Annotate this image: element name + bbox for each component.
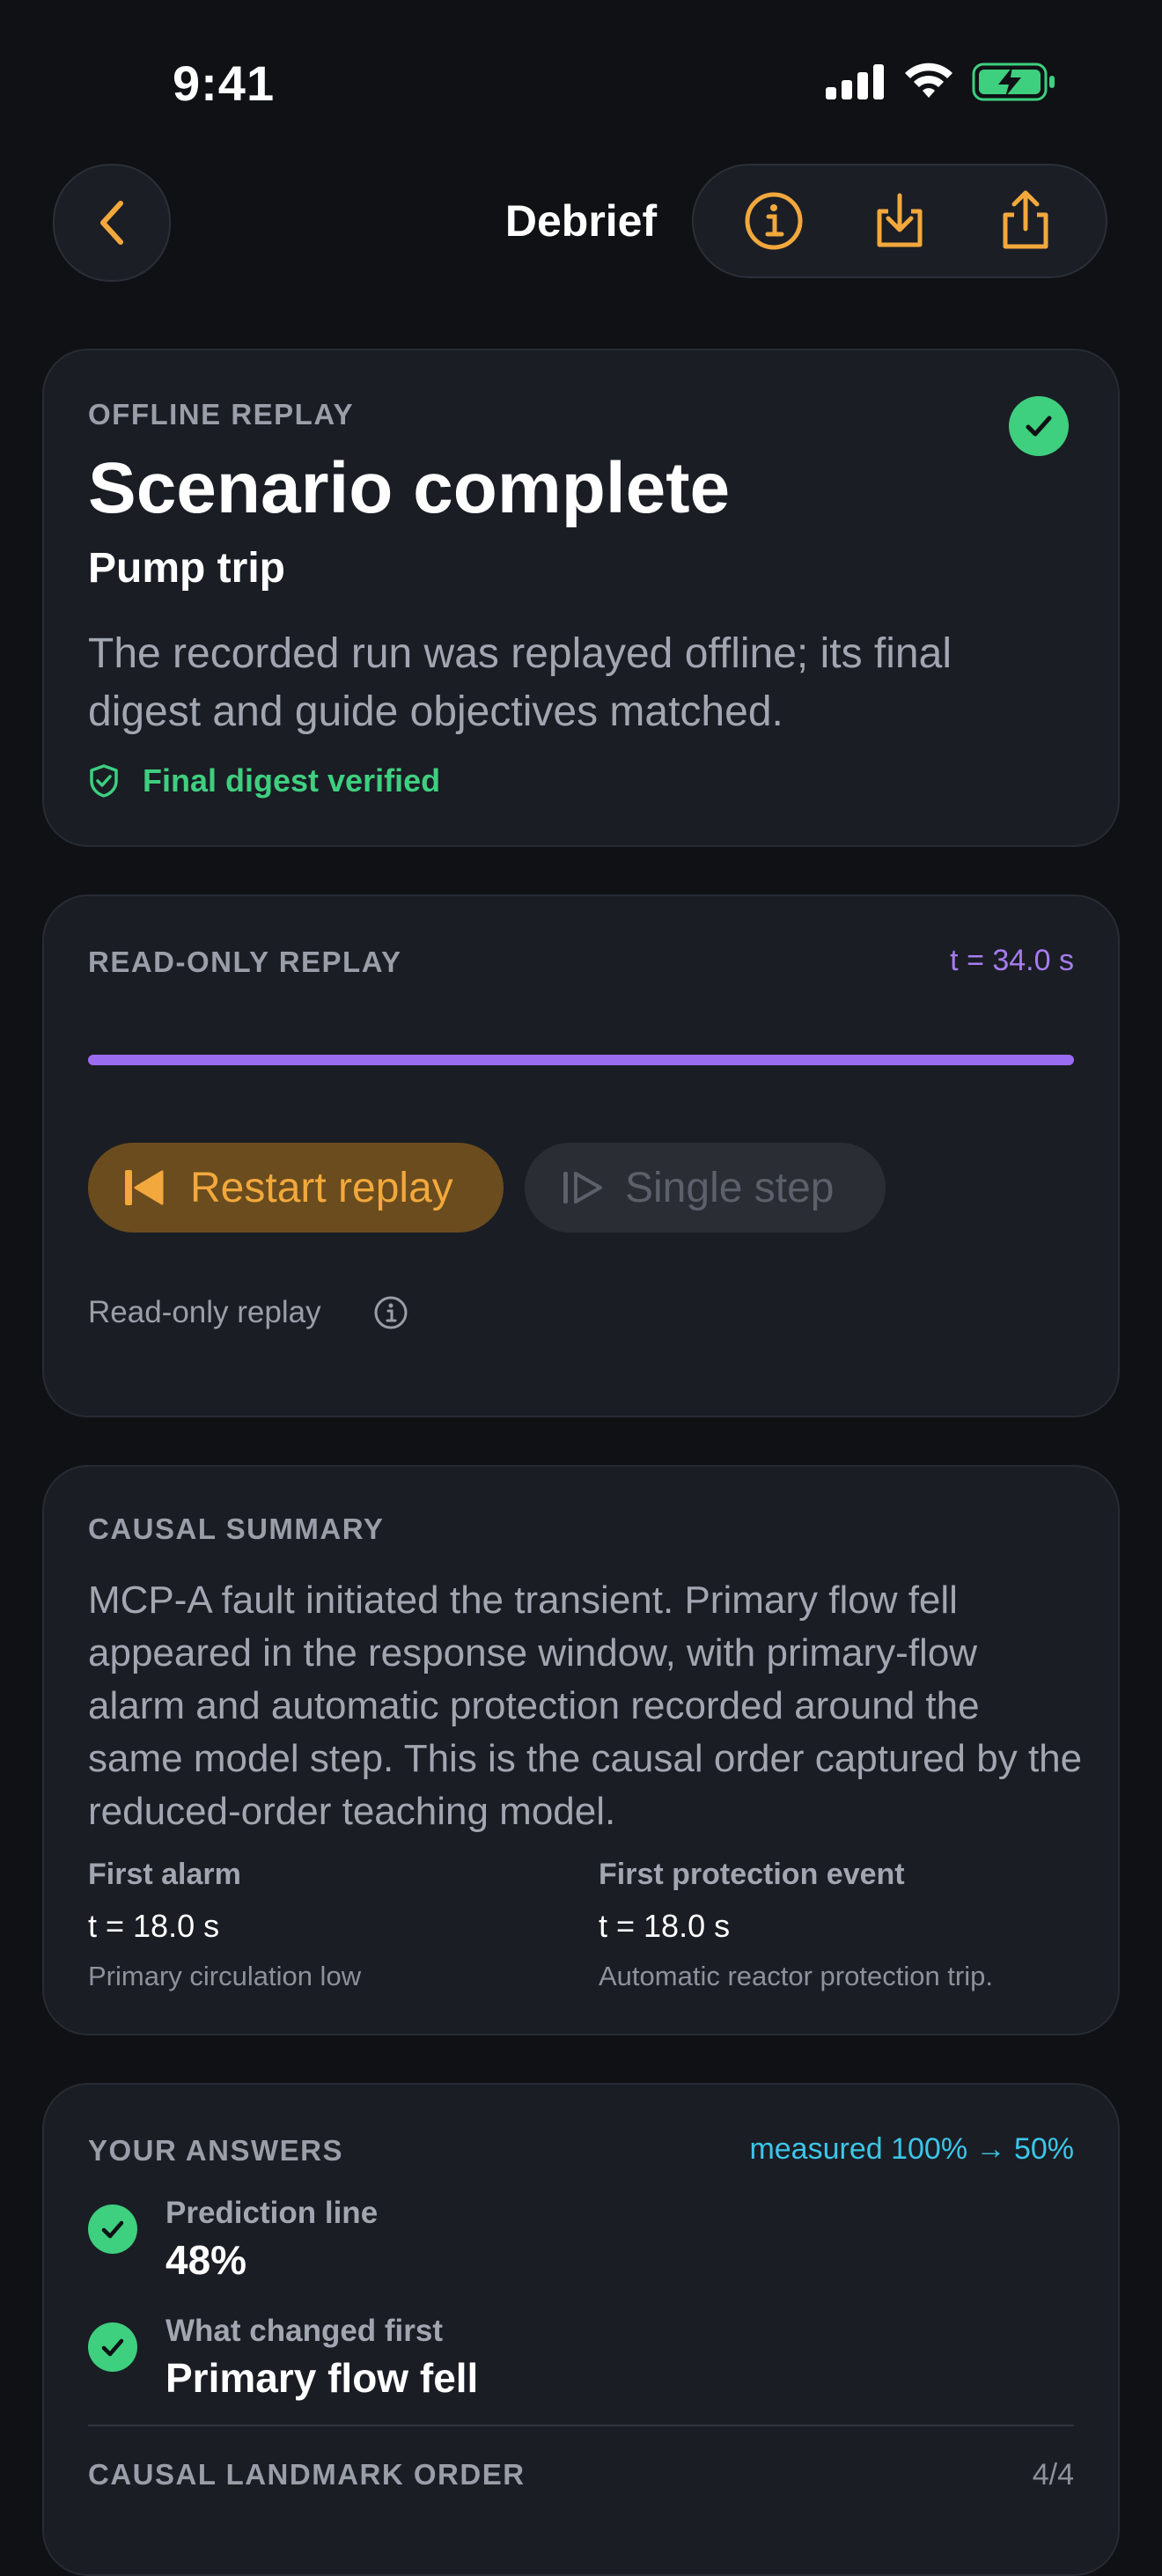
download-icon: [877, 193, 923, 247]
first-protection-detail: Automatic reactor protection trip.: [599, 1961, 993, 1991]
divider: [88, 2425, 1074, 2426]
answer-item: What changed first Primary flow fell: [88, 2314, 478, 2402]
outcome-eyebrow: OFFLINE REPLAY: [88, 398, 355, 431]
chevron-left-icon: [100, 201, 123, 245]
restart-replay-label: Restart replay: [190, 1164, 453, 1211]
single-step-label: Single step: [625, 1164, 835, 1211]
causal-summary-card: CAUSAL SUMMARY MCP-A fault initiated the…: [42, 1465, 1120, 2035]
readonly-label: Read-only replay: [88, 1295, 321, 1329]
share-icon: [1003, 190, 1048, 249]
nav-title: Debrief: [504, 196, 658, 246]
landmark-order-count: 4/4: [1032, 2458, 1074, 2491]
replay-card: READ-ONLY REPLAY t = 34.0 s Restart repl…: [42, 894, 1120, 1417]
answers-eyebrow: YOUR ANSWERS: [88, 2134, 343, 2167]
status-time: 9:41: [173, 55, 276, 111]
answer-value: Primary flow fell: [165, 2355, 479, 2401]
correct-check-icon: [88, 2322, 137, 2372]
status-icons: [826, 62, 1056, 102]
step-forward-icon: [563, 1172, 602, 1203]
replay-time: t = 34.0 s: [950, 944, 1074, 977]
answer-item: Prediction line 48%: [88, 2196, 378, 2284]
wifi-icon: [905, 63, 952, 98]
first-protection-heading: First protection event: [599, 1858, 905, 1891]
back-button[interactable]: [53, 164, 171, 282]
share-button[interactable]: [986, 181, 1065, 261]
causal-eyebrow: CAUSAL SUMMARY: [88, 1512, 385, 1545]
first-protection-time: t = 18.0 s: [599, 1908, 731, 1944]
first-protection-event: First protection event t = 18.0 s Automa…: [599, 1858, 993, 1992]
cellular-signal-icon: [826, 64, 884, 99]
info-icon: [745, 192, 803, 250]
nav-action-group: [692, 164, 1107, 278]
verified-label: Final digest verified: [143, 762, 441, 799]
answer-value: 48%: [165, 2237, 247, 2283]
first-alarm-time: t = 18.0 s: [88, 1908, 220, 1944]
shield-check-icon: [90, 764, 118, 798]
first-alarm-detail: Primary circulation low: [88, 1961, 362, 1991]
verified-badge: Final digest verified: [88, 762, 440, 799]
landmark-order-heading: CAUSAL LANDMARK ORDER: [88, 2458, 526, 2491]
replay-progress-fill: [88, 1055, 1074, 1065]
page-title: Scenario complete: [88, 448, 731, 528]
restart-replay-button[interactable]: Restart replay: [88, 1143, 504, 1233]
readonly-note: Read-only replay: [88, 1294, 409, 1331]
outcome-description: The recorded run was replayed offline; i…: [88, 630, 952, 735]
answers-card: YOUR ANSWERS measured 100% → 50% Predict…: [42, 2083, 1120, 2576]
answer-label: Prediction line: [165, 2196, 379, 2230]
battery-charging-icon: [972, 63, 1055, 101]
skip-back-icon: [125, 1170, 164, 1205]
info-icon[interactable]: [372, 1294, 409, 1331]
replay-progress-bar[interactable]: [88, 1055, 1074, 1065]
correct-check-icon: [88, 2204, 137, 2254]
scenario-name: Pump trip: [88, 545, 285, 592]
answer-label: What changed first: [165, 2314, 444, 2348]
measured-range: measured 100% → 50%: [749, 2132, 1074, 2166]
causal-summary-text: MCP-A fault initiated the transient. Pri…: [88, 1579, 1083, 1833]
single-step-button[interactable]: Single step: [525, 1143, 886, 1233]
download-button[interactable]: [860, 181, 939, 261]
first-alarm-heading: First alarm: [88, 1858, 241, 1891]
replay-eyebrow: READ-ONLY REPLAY: [88, 946, 402, 978]
info-button[interactable]: [734, 181, 813, 261]
complete-check-icon: [1009, 396, 1069, 456]
outcome-card: OFFLINE REPLAY Scenario complete Pump tr…: [42, 349, 1120, 847]
first-alarm: First alarm t = 18.0 s Primary circulati…: [88, 1858, 361, 1992]
